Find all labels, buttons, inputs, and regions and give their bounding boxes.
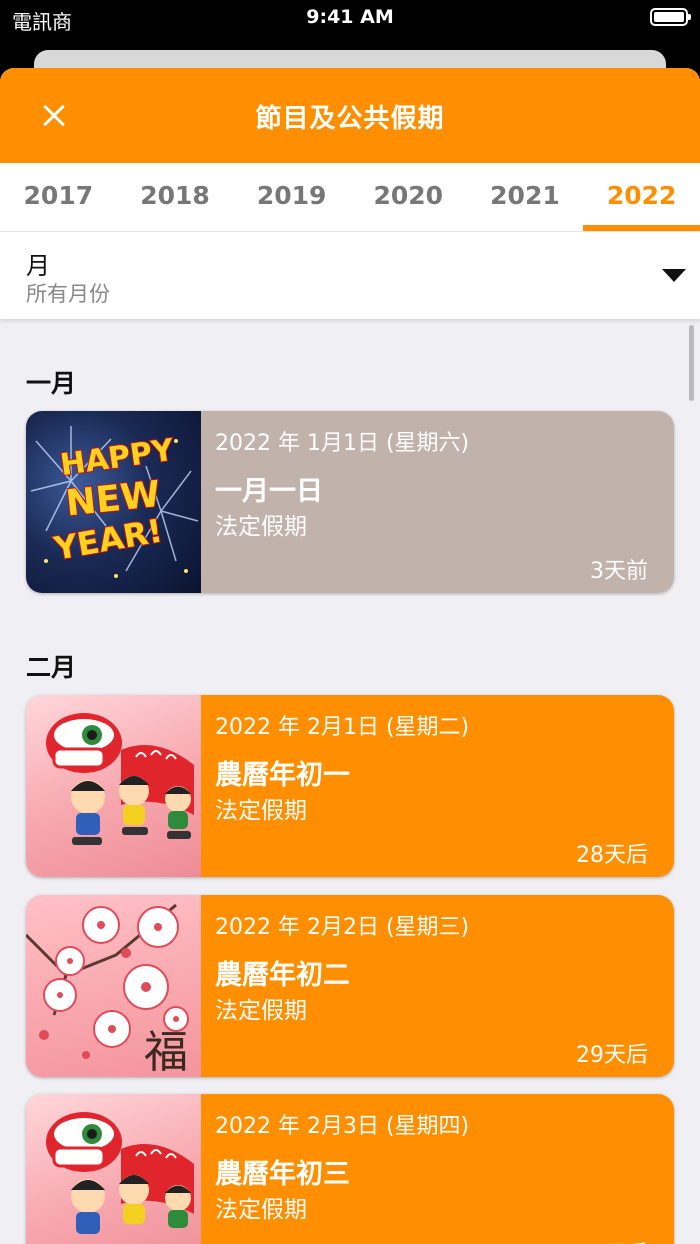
holiday-card-body: 2022 年 2月2日 (星期三) 農曆年初二 法定假期 29天后	[201, 895, 674, 1077]
tab-2020[interactable]: 2020	[350, 163, 467, 231]
nav-bar: 節目及公共假期	[0, 68, 700, 163]
tab-2019[interactable]: 2019	[233, 163, 350, 231]
filter-label: 月	[26, 252, 50, 280]
holiday-countdown: 3天前	[590, 559, 648, 584]
fu-character: 福	[144, 1027, 188, 1077]
happy-new-year-image: HAPPY NEW YEAR!	[26, 411, 201, 593]
holiday-date: 2022 年 2月1日 (星期二)	[215, 715, 470, 740]
holiday-countdown: 29天后	[576, 1043, 648, 1068]
holiday-type: 法定假期	[215, 1197, 307, 1223]
holiday-date: 2022 年 1月1日 (星期六)	[215, 431, 470, 456]
holiday-card-body: 2022 年 2月3日 (星期四) 農曆年初三 法定假期 30天后	[201, 1094, 674, 1244]
holiday-card-body: 2022 年 1月1日 (星期六) 一月一日 法定假期 3天前	[201, 411, 674, 593]
status-bar: 電訊商 9:41 AM	[0, 0, 700, 36]
holiday-card[interactable]: 2022 年 2月1日 (星期二) 農曆年初一 法定假期 28天后	[26, 695, 674, 877]
holiday-name: 農曆年初一	[215, 760, 350, 791]
new-year-text-happy: HAPPY	[58, 433, 177, 484]
year-tabs: 2017 2018 2019 2020 2021 2022	[0, 163, 700, 231]
holiday-type: 法定假期	[215, 798, 307, 824]
tab-2017[interactable]: 2017	[0, 163, 117, 231]
holiday-card[interactable]: 2022 年 2月3日 (星期四) 農曆年初三 法定假期 30天后	[26, 1094, 674, 1244]
month-filter[interactable]: 月 所有月份	[0, 231, 700, 319]
holiday-card[interactable]: HAPPY NEW YEAR! 2022 年 1月1日 (星期六) 一月一日 法…	[26, 411, 674, 593]
holiday-type: 法定假期	[215, 514, 307, 540]
status-time: 9:41 AM	[306, 6, 394, 28]
holiday-countdown: 30天后	[576, 1236, 648, 1244]
holiday-name: 農曆年初二	[215, 960, 350, 991]
holiday-name: 農曆年初三	[215, 1159, 350, 1190]
holiday-date: 2022 年 2月2日 (星期三)	[215, 915, 470, 940]
lion-dance-image	[26, 1094, 201, 1244]
dropdown-arrow-icon[interactable]	[662, 269, 686, 282]
holiday-date: 2022 年 2月3日 (星期四)	[215, 1114, 470, 1139]
month-header-january: 一月	[26, 369, 77, 398]
holiday-type: 法定假期	[215, 998, 307, 1024]
scrollbar[interactable]	[689, 325, 694, 401]
holidays-sheet: 節目及公共假期 2017 2018 2019 2020 2021 2022 月 …	[0, 68, 700, 1244]
filter-value: 所有月份	[26, 282, 110, 306]
holiday-name: 一月一日	[215, 476, 323, 507]
holiday-card-body: 2022 年 2月1日 (星期二) 農曆年初一 法定假期 28天后	[201, 695, 674, 877]
lion-dance-image	[26, 695, 201, 877]
tab-2021[interactable]: 2021	[467, 163, 584, 231]
page-title: 節目及公共假期	[255, 104, 445, 134]
tab-2022[interactable]: 2022	[583, 163, 700, 231]
tab-2018[interactable]: 2018	[117, 163, 234, 231]
battery-icon	[650, 8, 691, 26]
holiday-countdown: 28天后	[576, 843, 648, 868]
month-header-february: 二月	[26, 653, 77, 682]
holiday-card[interactable]: 福 2022 年 2月2日 (星期三) 農曆年初二 法定假期 29天后	[26, 895, 674, 1077]
plum-blossom-image: 福	[26, 895, 201, 1077]
